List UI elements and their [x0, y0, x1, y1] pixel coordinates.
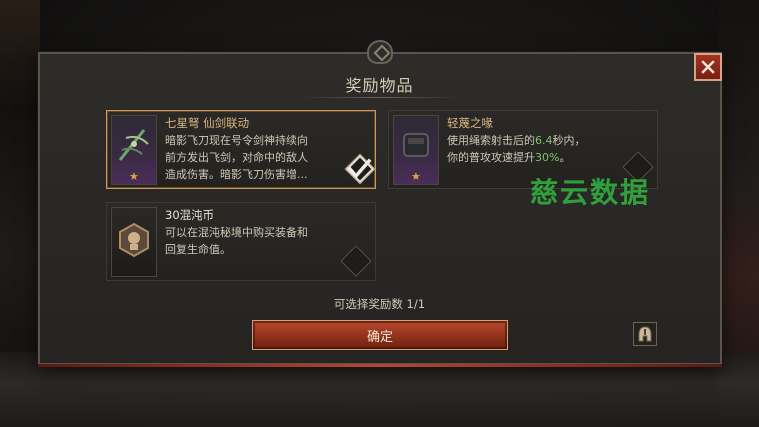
checkmark-icon [347, 158, 372, 179]
rarity-star-icon: ★ [411, 170, 421, 183]
helmet-icon [638, 326, 652, 342]
armor-icon [403, 133, 429, 157]
crossbow-icon [118, 129, 149, 161]
reward-description: 可以在混沌秘境中购买装备和 回复生命值。 [165, 226, 308, 256]
reward-description: 暗影飞刀现在号令剑神持续向 前方发出飞剑，对命中的敌人 造成伤害。暗影飞刀伤害增… [165, 134, 308, 181]
reward-name: 轻蔑之喙 [447, 116, 493, 130]
close-button[interactable] [694, 53, 722, 81]
title-divider [300, 97, 460, 98]
reward-icon: ★ [111, 115, 157, 185]
chaos-coin-icon [119, 222, 149, 258]
helmet-button[interactable] [633, 322, 657, 346]
confirm-button[interactable]: 确定 [252, 320, 508, 350]
reward-description: 使用绳索射击后的6.4秒内， 你的普攻攻速提升30%。 [447, 134, 586, 164]
watermark: 慈云数据 [530, 176, 651, 209]
rarity-star-icon: ★ [129, 170, 139, 183]
reward-name: 30混沌币 [165, 208, 215, 222]
reward-icon [111, 207, 157, 277]
dialog-title: 奖励物品 [345, 76, 414, 95]
selection-count: 可选择奖励数 1/1 [333, 297, 426, 311]
dialog-crest-icon [367, 40, 393, 64]
reward-name: 七星弩 仙剑联动 [165, 116, 250, 130]
reward-card-chaos-coin[interactable]: 30混沌币 可以在混沌秘境中购买装备和 回复生命值。 [106, 202, 376, 281]
reward-card-qixingnu[interactable]: ★ 七星弩 仙剑联动 暗影飞刀现在号令剑神持续向 前方发出飞剑，对命中的敌人 造… [106, 110, 376, 189]
reward-icon: ★ [393, 115, 439, 185]
close-icon [701, 60, 715, 74]
select-checkbox[interactable] [341, 246, 371, 276]
